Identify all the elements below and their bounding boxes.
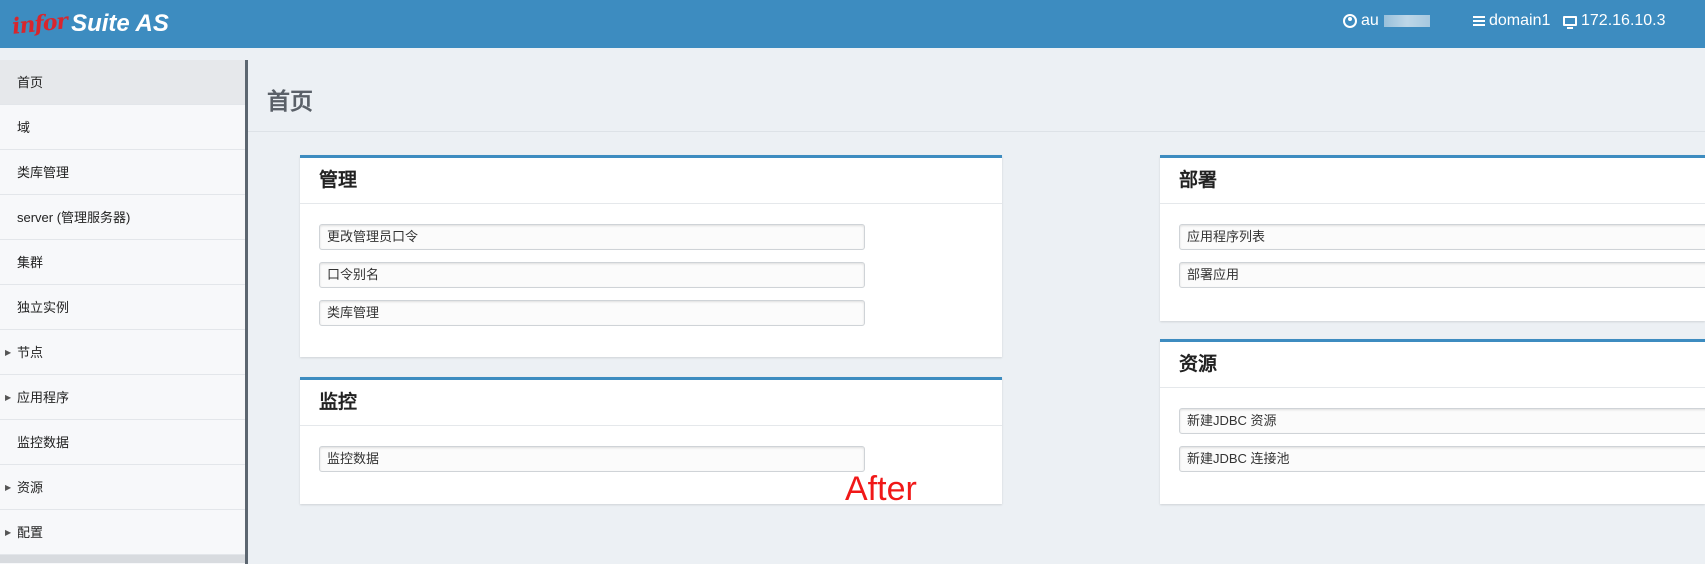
sidebar-item-label: 节点 [17, 345, 44, 360]
sidebar-item-label: 类库管理 [17, 165, 70, 180]
topbar-right-menu: au domain1 172.16.10.3 [1325, 0, 1705, 40]
sidebar-item-label: 首页 [17, 75, 44, 90]
monitor-icon [1563, 16, 1577, 29]
sidebar-item-domain[interactable]: 域 [0, 105, 245, 150]
deploy-application-button[interactable]: 部署应用 [1179, 262, 1705, 288]
new-jdbc-resource-button[interactable]: 新建JDBC 资源 [1179, 408, 1705, 434]
expand-caret-icon[interactable]: ▶ [5, 510, 11, 555]
username: au [1361, 12, 1379, 29]
sidebar-item-label: 独立实例 [17, 300, 70, 315]
change-admin-password-button[interactable]: 更改管理员口令 [319, 224, 865, 250]
sidebar-item-resources[interactable]: ▶ 资源 [0, 465, 245, 510]
username-redacted [1383, 15, 1430, 27]
sidebar-item-label: 集群 [17, 255, 44, 270]
sidebar-item-label: 资源 [17, 480, 44, 495]
panel-title: 监控 [300, 380, 1002, 426]
page-title: 首页 [267, 88, 313, 114]
page-header: 首页 [248, 60, 1705, 132]
monitoring-data-button[interactable]: 监控数据 [319, 446, 865, 472]
domain-menu[interactable]: domain1 [1473, 12, 1550, 30]
panel-title: 资源 [1160, 342, 1705, 388]
expand-caret-icon[interactable]: ▶ [5, 375, 11, 420]
panel-manage: 管理 更改管理员口令 口令别名 类库管理 [300, 155, 1002, 357]
logo-brand: infor [10, 8, 69, 40]
sidebar-item-home[interactable]: 首页 [0, 60, 245, 105]
panel-body: 更改管理员口令 口令别名 类库管理 [300, 204, 1002, 326]
app-logo[interactable]: infor Suite AS [10, 6, 169, 42]
list-icon [1473, 16, 1485, 26]
panel-body: 应用程序列表 部署应用 [1160, 204, 1705, 288]
sidebar-item-config[interactable]: ▶ 配置 [0, 510, 245, 555]
sidebar-item-monitoring[interactable]: 监控数据 [0, 420, 245, 465]
panel-resource: 资源 新建JDBC 资源 新建JDBC 连接池 [1160, 339, 1705, 504]
top-navbar: infor Suite AS au domain1 172.16.10.3 [0, 0, 1705, 48]
sidebar-item-library[interactable]: 类库管理 [0, 150, 245, 195]
application-list-button[interactable]: 应用程序列表 [1179, 224, 1705, 250]
sidebar-item-partial[interactable] [0, 555, 245, 563]
sidebar-item-server[interactable]: server (管理服务器) [0, 195, 245, 240]
user-icon [1343, 14, 1357, 28]
panel-body: 监控数据 [300, 426, 1002, 472]
domain-label: domain1 [1489, 12, 1551, 29]
expand-caret-icon[interactable]: ▶ [5, 330, 11, 375]
annotation-label: After [845, 470, 917, 508]
panel-title: 部署 [1160, 158, 1705, 204]
sidebar: 首页 域 类库管理 server (管理服务器) 集群 独立实例 ▶ 节点 ▶ … [0, 60, 245, 564]
sidebar-item-label: server (管理服务器) [17, 210, 131, 225]
logo-product-name: Suite AS [71, 10, 169, 37]
host-ip: 172.16.10.3 [1581, 12, 1666, 29]
sidebar-item-label: 监控数据 [17, 435, 70, 450]
host-menu[interactable]: 172.16.10.3 [1563, 12, 1666, 30]
sidebar-item-applications[interactable]: ▶ 应用程序 [0, 375, 245, 420]
user-menu[interactable]: au [1343, 12, 1430, 30]
library-management-button[interactable]: 类库管理 [319, 300, 865, 326]
sidebar-item-nodes[interactable]: ▶ 节点 [0, 330, 245, 375]
sidebar-item-label: 配置 [17, 525, 44, 540]
sidebar-item-standalone[interactable]: 独立实例 [0, 285, 245, 330]
panel-title: 管理 [300, 158, 1002, 204]
expand-caret-icon[interactable]: ▶ [5, 465, 11, 510]
sidebar-divider[interactable] [245, 60, 248, 564]
new-jdbc-pool-button[interactable]: 新建JDBC 连接池 [1179, 446, 1705, 472]
sidebar-item-cluster[interactable]: 集群 [0, 240, 245, 285]
sidebar-item-label: 域 [17, 120, 31, 135]
password-aliases-button[interactable]: 口令别名 [319, 262, 865, 288]
panel-deploy: 部署 应用程序列表 部署应用 [1160, 155, 1705, 321]
panel-body: 新建JDBC 资源 新建JDBC 连接池 [1160, 388, 1705, 472]
sidebar-item-label: 应用程序 [17, 390, 70, 405]
